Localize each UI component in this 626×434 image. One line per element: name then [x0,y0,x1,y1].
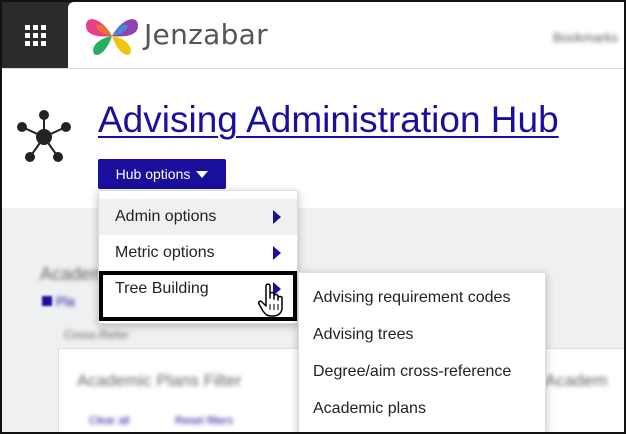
link-icon [42,296,52,306]
menu-item-label: Tree Building [115,280,209,297]
panel-title: Academic Plans Filter [77,371,242,390]
submenu-item-degree-aim-cross-reference[interactable]: Degree/aim cross-reference [299,353,545,390]
brand-area: Jenzabar Bookmarks [68,2,624,68]
chevron-right-icon [273,210,281,224]
bg-link[interactable]: Pla [56,294,75,309]
menu-item-admin-options[interactable]: Admin options [99,199,297,235]
submenu-item-label: Advising requirement codes [313,289,511,306]
reset-filters-button[interactable]: Reset filters [175,415,233,427]
hub-options-button[interactable]: Hub options [98,159,226,189]
hub-network-icon [17,110,71,162]
page-title-link[interactable]: Advising Administration Hub [98,99,559,141]
hub-options-label: Hub options [115,166,191,182]
submenu-item-advising-requirement-codes[interactable]: Advising requirement codes [299,279,545,316]
top-bar: Jenzabar Bookmarks [2,2,624,68]
chevron-right-icon [273,246,281,260]
hub-header: Advising Administration Hub Hub options [2,68,624,209]
submenu-item-advising-trees[interactable]: Advising trees [299,316,545,353]
clear-all-button[interactable]: Clear all [89,415,129,427]
bg-subtext: Cross-Refer [64,328,129,342]
submenu-item-label: Academic plans [313,400,426,417]
menu-item-metric-options[interactable]: Metric options [99,235,297,271]
tree-building-submenu: Advising requirement codes Advising tree… [298,272,546,432]
hand-pointer-cursor-icon [258,283,283,317]
bg-right-text: Academ [545,371,608,390]
header-right-text[interactable]: Bookmarks [553,30,618,45]
menu-item-label: Metric options [115,244,215,261]
caret-down-icon [196,170,209,178]
app-window: Jenzabar Bookmarks Advising Administrati… [0,0,626,434]
submenu-item-academic-plans[interactable]: Academic plans [299,390,545,427]
menu-item-label: Admin options [115,208,217,225]
submenu-item-label: Degree/aim cross-reference [313,363,512,380]
apps-grid-icon [24,24,46,46]
brand-name: Jenzabar [144,18,268,51]
apps-menu-button[interactable] [2,2,68,68]
submenu-item-label: Advising trees [313,326,414,343]
butterfly-logo-icon[interactable] [82,12,142,58]
